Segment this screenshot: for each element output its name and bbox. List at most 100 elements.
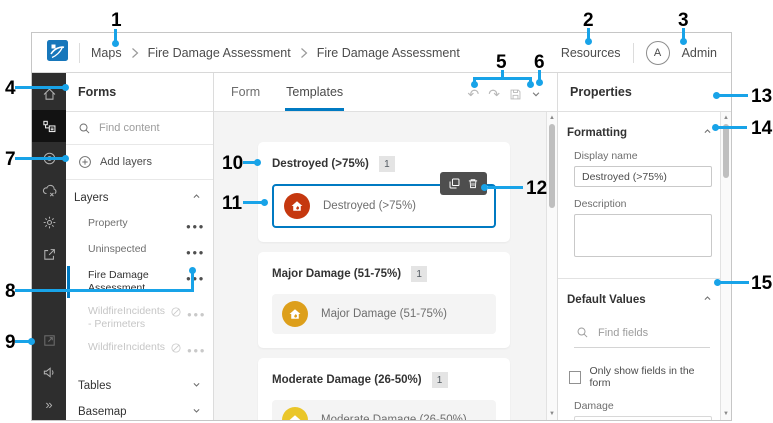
icon-sidebar: » [32, 73, 66, 420]
layer-options-icon[interactable]: ●●● [186, 220, 205, 233]
home-icon[interactable] [32, 78, 66, 110]
settings-icon[interactable] [32, 206, 66, 238]
group-header: Moderate Damage (26-50%) 1 [272, 372, 496, 388]
layer-options-icon[interactable]: ●●● [187, 344, 206, 357]
geofences-icon[interactable] [32, 142, 66, 174]
scroll-up-icon[interactable]: ▲ [547, 113, 557, 123]
scrollbar-thumb[interactable] [549, 124, 555, 208]
layer-options-icon[interactable]: ●●● [186, 272, 205, 285]
breadcrumb-map-name[interactable]: Fire Damage Assessment [148, 46, 291, 60]
only-show-fields-checkbox-row[interactable]: Only show fields in the form [569, 365, 712, 389]
find-content-search[interactable] [66, 112, 213, 145]
template-card-destroyed[interactable]: Destroyed (>75%) [272, 172, 496, 228]
layers-section-header[interactable]: Layers [66, 180, 213, 212]
layer-item-wildfireincidents-perimeters[interactable]: WildfireIncidents - Perimeters ●●● [66, 300, 213, 336]
forms-icon[interactable] [32, 110, 66, 142]
display-name-field[interactable] [582, 170, 704, 183]
template-count-badge: 1 [411, 266, 428, 282]
search-input[interactable] [99, 122, 189, 134]
layer-item-fire-damage-assessment[interactable]: Fire Damage Assessment ●●● [66, 264, 213, 300]
properties-scrollbar[interactable]: ▲ ▼ [720, 112, 731, 420]
tables-section-header[interactable]: Tables [66, 373, 213, 399]
resources-link[interactable]: Resources [561, 46, 621, 60]
damage-field-label: Damage [574, 400, 614, 412]
find-fields-input[interactable] [598, 326, 688, 339]
template-count-badge: 1 [431, 372, 448, 388]
templates-scrollbar[interactable]: ▲ ▼ [546, 112, 557, 420]
template-card-toolbar [440, 172, 487, 195]
plus-circle-icon [79, 156, 91, 168]
display-name-field-wrap [574, 166, 712, 187]
properties-content: Formatting Display name Description Defa… [558, 112, 720, 420]
chevron-right-icon [300, 47, 308, 59]
not-editable-icon [170, 306, 182, 322]
undo-icon[interactable]: ↶ [468, 87, 480, 101]
checkbox-label: Only show fields in the form [589, 365, 695, 389]
callout-label-8: 8 [5, 281, 16, 302]
save-icon[interactable] [509, 88, 522, 101]
find-fields-search[interactable] [574, 321, 710, 348]
callout-label-2: 2 [583, 10, 594, 31]
scroll-up-icon[interactable]: ▲ [721, 113, 731, 123]
avatar[interactable]: A [645, 40, 670, 65]
offline-icon[interactable] [32, 174, 66, 206]
group-title: Moderate Damage (26-50%) [272, 374, 422, 386]
callout-label-15: 15 [751, 273, 773, 294]
layer-name: WildfireIncidents [88, 341, 166, 353]
sharing-icon[interactable] [32, 238, 66, 270]
callout-label-4: 4 [5, 78, 16, 99]
properties-panel-title: Properties [558, 73, 731, 112]
scrollbar-thumb[interactable] [723, 124, 729, 178]
collapse-sidebar-button[interactable]: » [32, 388, 66, 420]
duplicate-icon[interactable] [448, 177, 461, 190]
layer-name: Property [88, 217, 128, 229]
chevron-down-icon [192, 380, 201, 392]
layer-options-icon[interactable]: ●●● [186, 246, 205, 259]
tab-templates[interactable]: Templates [285, 85, 345, 111]
template-card-major-damage[interactable]: Major Damage (51-75%) [272, 294, 496, 334]
template-label: Major Damage (51-75%) [321, 308, 447, 320]
formatting-header-label: Formatting [567, 127, 628, 139]
template-editor: Form Templates ↶ ↷ Destroyed (>75%) 1 De… [214, 73, 558, 420]
layer-options-icon[interactable]: ●●● [187, 308, 206, 321]
layer-item-uninspected[interactable]: Uninspected ●●● [66, 238, 213, 264]
breadcrumb-maps[interactable]: Maps [91, 46, 122, 60]
breadcrumb: Maps Fire Damage Assessment Fire Damage … [91, 46, 460, 60]
admin-menu[interactable]: Admin [682, 46, 717, 60]
tab-form[interactable]: Form [230, 85, 261, 111]
description-field[interactable] [574, 214, 712, 257]
moderate-damage-symbol-icon [282, 407, 308, 420]
templates-list: Destroyed (>75%) 1 Destroyed (>75%) Majo… [214, 112, 557, 420]
group-header: Major Damage (51-75%) 1 [272, 266, 496, 282]
basemap-header-label: Basemap [78, 406, 127, 418]
callout-label-9: 9 [5, 332, 16, 353]
formatting-section-header[interactable]: Formatting [567, 127, 712, 139]
scroll-down-icon[interactable]: ▼ [547, 409, 557, 419]
template-label: Destroyed (>75%) [323, 200, 416, 212]
add-layers-button[interactable]: Add layers [66, 145, 213, 180]
template-group-major-damage: Major Damage (51-75%) 1 Major Damage (51… [258, 252, 510, 348]
delete-icon[interactable] [467, 177, 479, 190]
template-label: Moderate Damage (26-50%) [321, 414, 467, 420]
template-card-moderate-damage[interactable]: Moderate Damage (26-50%) [272, 400, 496, 420]
chevron-right-icon [131, 47, 139, 59]
scroll-down-icon[interactable]: ▼ [721, 409, 731, 419]
esri-logo-icon[interactable] [47, 39, 68, 66]
properties-panel: Properties Formatting Display name Descr… [558, 73, 731, 420]
expand-icon[interactable] [531, 89, 541, 99]
not-editable-icon [170, 342, 182, 358]
redo-icon[interactable]: ↷ [488, 87, 500, 101]
layer-item-wildfireincidents[interactable]: WildfireIncidents ●●● [66, 336, 213, 363]
template-group-destroyed: Destroyed (>75%) 1 Destroyed (>75%) [258, 142, 510, 242]
layer-item-property[interactable]: Property ●●● [66, 212, 213, 238]
chevron-up-icon [703, 294, 712, 306]
announcements-icon[interactable] [32, 356, 66, 388]
basemap-section-header[interactable]: Basemap [66, 399, 213, 420]
callout-line [15, 340, 29, 343]
callout-label-13: 13 [751, 86, 773, 107]
callout-label-3: 3 [678, 10, 689, 31]
default-values-section-header[interactable]: Default Values [567, 294, 712, 306]
only-show-fields-checkbox[interactable] [569, 370, 582, 384]
forms-panel-title: Forms [66, 73, 213, 112]
app-link-icon[interactable] [32, 324, 66, 356]
